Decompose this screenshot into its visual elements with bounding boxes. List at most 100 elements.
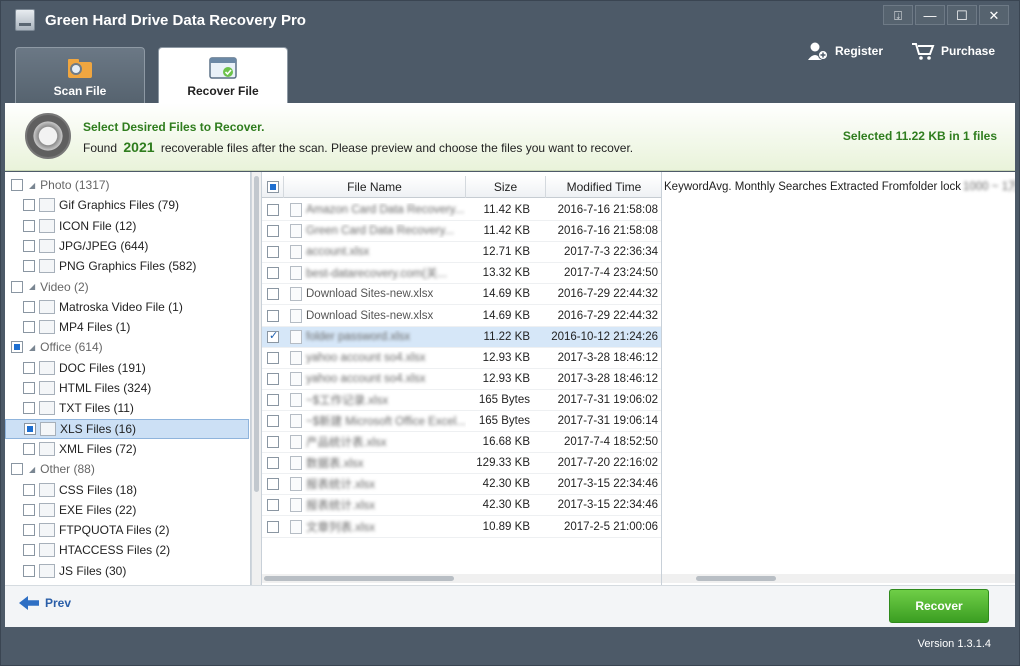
- tree-item[interactable]: JPG/JPEG (644): [5, 236, 249, 256]
- row-checkbox[interactable]: [267, 436, 279, 449]
- table-row[interactable]: account.xlsx 12.71 KB 2017-7-3 22:36:34: [262, 242, 662, 264]
- tree-item[interactable]: Matroska Video File (1): [5, 297, 249, 317]
- tree-checkbox[interactable]: [23, 442, 35, 455]
- tree-checkbox[interactable]: [23, 402, 35, 415]
- list-horizontal-scrollbar[interactable]: [262, 574, 662, 583]
- tree-item[interactable]: FTPQUOTA Files (2): [5, 520, 249, 540]
- expand-triangle-icon[interactable]: ◢: [29, 343, 35, 352]
- column-modified-time[interactable]: Modified Time: [546, 176, 662, 198]
- tree-label: DOC Files (191): [59, 360, 146, 375]
- row-checkbox[interactable]: [267, 329, 279, 343]
- preview-scroll-thumb[interactable]: [696, 576, 776, 581]
- column-size[interactable]: Size: [466, 176, 546, 198]
- tree-item[interactable]: ICON File (12): [5, 216, 249, 236]
- tab-scan-file[interactable]: Scan File: [15, 47, 145, 103]
- row-checkbox[interactable]: [267, 204, 279, 216]
- row-checkbox-cell: [262, 288, 284, 301]
- row-checkbox[interactable]: [267, 478, 279, 491]
- row-checkbox[interactable]: [267, 415, 279, 427]
- table-row[interactable]: 产品统计表.xlsx 16.68 KB 2017-7-4 18:52:50: [262, 432, 662, 454]
- tree-checkbox[interactable]: [11, 463, 23, 476]
- select-all-checkbox[interactable]: [266, 181, 279, 193]
- tree-scrollbar[interactable]: [251, 172, 261, 585]
- table-row[interactable]: Green Card Data Recovery... 11.42 KB 2016-…: [262, 221, 662, 243]
- tree-item[interactable]: HTML Files (324): [5, 378, 249, 398]
- tree-checkbox[interactable]: [11, 341, 23, 354]
- table-row[interactable]: 报表统计.xlsx 42.30 KB 2017-3-15 22:34:46: [262, 474, 662, 496]
- file-size: 13.32 KB: [482, 267, 530, 280]
- table-row[interactable]: Amazon Card Data Recovery... 11.42 KB 2016…: [262, 200, 662, 221]
- row-checkbox[interactable]: [267, 267, 279, 280]
- prev-button[interactable]: Prev: [19, 596, 71, 610]
- tree-item[interactable]: XLS Files (16): [5, 418, 249, 439]
- tab-recover-file[interactable]: Recover File: [158, 47, 288, 103]
- preview-horizontal-scrollbar[interactable]: [662, 574, 1015, 583]
- tree-checkbox[interactable]: [11, 179, 23, 191]
- tree-checkbox[interactable]: [23, 564, 35, 577]
- table-row[interactable]: ~$工作记录.xlsx 165 Bytes 2017-7-31 19:06:02: [262, 390, 662, 411]
- tree-item[interactable]: DOC Files (191): [5, 358, 249, 378]
- expand-triangle-icon[interactable]: ◢: [29, 465, 35, 474]
- row-checkbox[interactable]: [267, 457, 279, 470]
- minimize-button[interactable]: —: [915, 5, 945, 25]
- row-checkbox[interactable]: [267, 246, 279, 259]
- tree-checkbox[interactable]: [23, 219, 35, 232]
- recover-button[interactable]: Recover: [889, 589, 989, 623]
- tree-checkbox[interactable]: [23, 260, 35, 273]
- tree-item[interactable]: Gif Graphics Files (79): [5, 195, 249, 215]
- table-row[interactable]: 报表统计.xlsx 42.30 KB 2017-3-15 22:34:46: [262, 495, 662, 517]
- expand-triangle-icon[interactable]: ◢: [29, 181, 35, 190]
- tree-category[interactable]: ◢ Photo (1317): [5, 175, 249, 195]
- list-scroll-thumb[interactable]: [264, 576, 454, 581]
- tree-item[interactable]: PNG Graphics Files (582): [5, 256, 249, 276]
- table-row[interactable]: best-datarecovery.com(关... 13.32 KB 2017-7…: [262, 263, 662, 285]
- tree-category[interactable]: ◢ Office (614): [5, 337, 249, 357]
- tree-item[interactable]: EXE Files (22): [5, 500, 249, 520]
- expand-triangle-icon[interactable]: ◢: [29, 282, 35, 291]
- row-checkbox[interactable]: [267, 520, 279, 533]
- file-modified-time: 2017-3-15 22:34:46: [557, 478, 658, 491]
- table-row[interactable]: yahoo account so4.xlsx 12.93 KB 2017-3-28 …: [262, 369, 662, 390]
- tree-checkbox[interactable]: [23, 382, 35, 394]
- tree-item[interactable]: JS Files (30): [5, 561, 249, 581]
- tree-checkbox[interactable]: [23, 524, 35, 537]
- column-file-name[interactable]: File Name: [284, 176, 466, 198]
- row-checkbox[interactable]: [267, 351, 279, 364]
- tree-checkbox[interactable]: [23, 544, 35, 557]
- tree-item[interactable]: HTACCESS Files (2): [5, 540, 249, 560]
- purchase-link[interactable]: Purchase: [911, 41, 995, 61]
- row-checkbox[interactable]: [267, 499, 279, 512]
- tree-checkbox[interactable]: [23, 503, 35, 516]
- tree-checkbox[interactable]: [23, 321, 35, 334]
- row-checkbox[interactable]: [267, 225, 279, 238]
- tree-checkbox[interactable]: [23, 361, 35, 374]
- tree-checkbox[interactable]: [23, 199, 35, 212]
- row-checkbox[interactable]: [267, 309, 279, 322]
- tree-checkbox[interactable]: [23, 300, 35, 313]
- tree-category[interactable]: ◢ Other (88): [5, 459, 249, 479]
- table-row[interactable]: folder password.xlsx 11.22 KB 2016-10-12 2…: [262, 326, 662, 348]
- table-row[interactable]: Download Sites-new.xlsx 14.69 KB 2016-7-29…: [262, 306, 662, 327]
- tree-checkbox[interactable]: [11, 280, 23, 293]
- row-checkbox[interactable]: [267, 393, 279, 406]
- register-link[interactable]: Register: [807, 41, 883, 61]
- close-button[interactable]: ✕: [979, 5, 1009, 25]
- table-row[interactable]: Download Sites-new.xlsx 14.69 KB 2016-7-29…: [262, 284, 662, 306]
- table-row[interactable]: 数据表.xlsx 129.33 KB 2017-7-20 22:16:02: [262, 453, 662, 475]
- tree-item[interactable]: TXT Files (11): [5, 398, 249, 418]
- tree-checkbox[interactable]: [24, 422, 36, 435]
- tree-checkbox[interactable]: [23, 239, 35, 252]
- tree-item[interactable]: XML Files (72): [5, 439, 249, 459]
- row-checkbox[interactable]: [267, 372, 279, 385]
- table-row[interactable]: ~$新建 Microsoft Office Excel... 165 Bytes 2…: [262, 411, 662, 432]
- table-row[interactable]: yahoo account so4.xlsx 12.93 KB 2017-3-28 …: [262, 348, 662, 369]
- export-icon[interactable]: ⍗: [883, 5, 913, 25]
- tree-checkbox[interactable]: [23, 483, 35, 496]
- table-row[interactable]: 文章列表.xlsx 10.89 KB 2017-2-5 21:00:06: [262, 517, 662, 538]
- tree-item[interactable]: CSS Files (18): [5, 480, 249, 500]
- row-checkbox[interactable]: [267, 288, 279, 301]
- tree-item[interactable]: MP4 Files (1): [5, 317, 249, 337]
- tree-scroll-thumb[interactable]: [254, 176, 259, 492]
- maximize-button[interactable]: ☐: [947, 5, 977, 25]
- tree-category[interactable]: ◢ Video (2): [5, 277, 249, 297]
